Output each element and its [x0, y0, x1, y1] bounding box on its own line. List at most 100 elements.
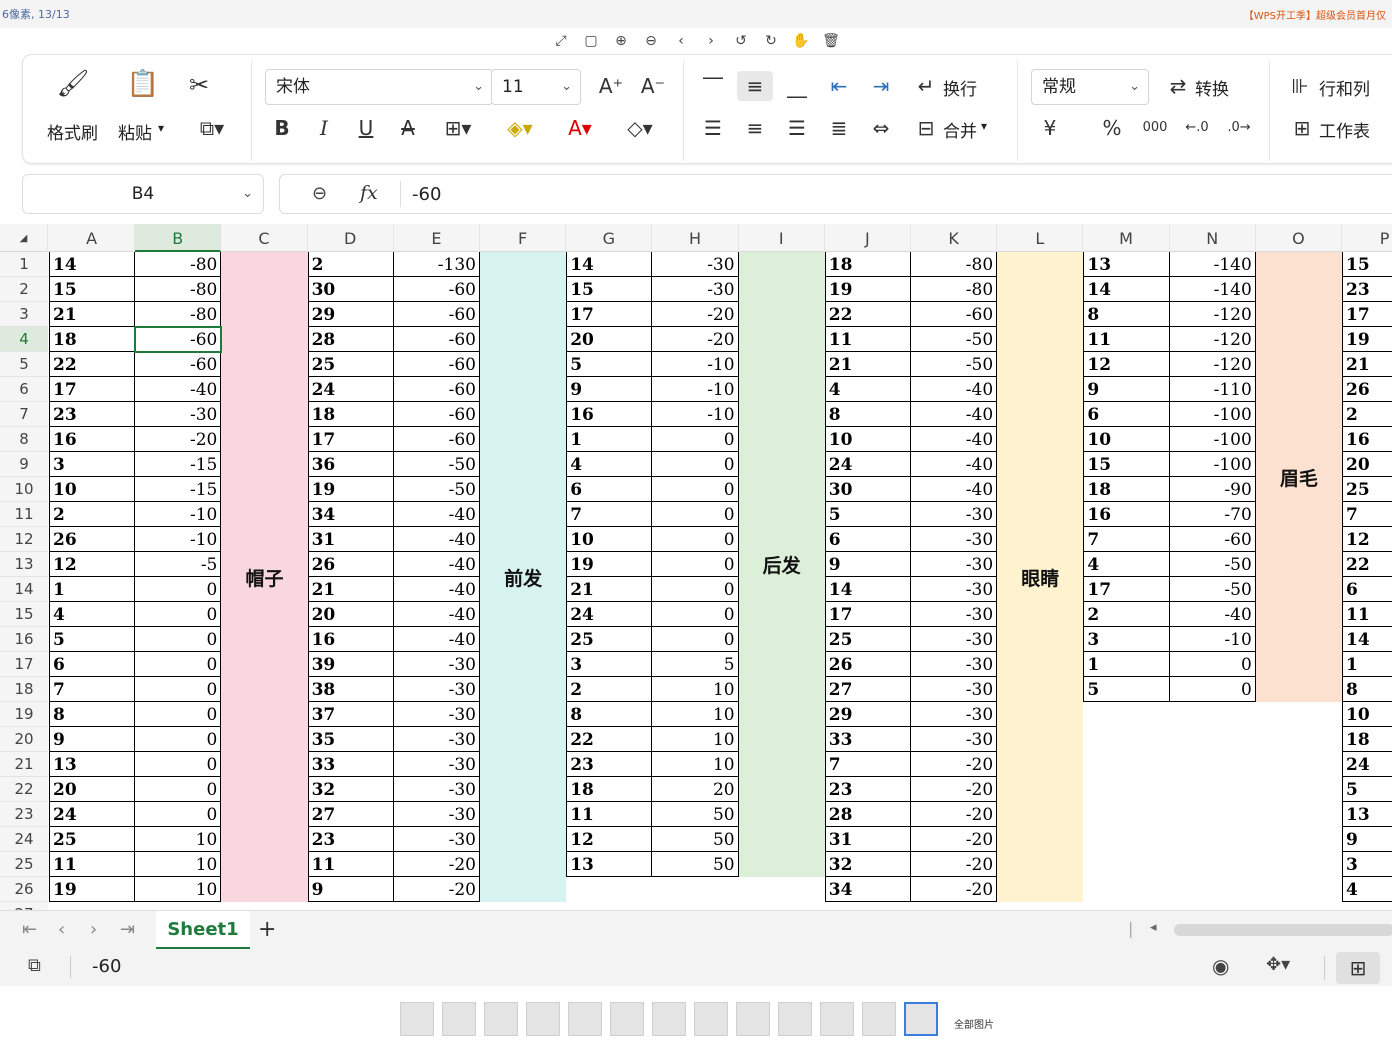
- worksheet-icon[interactable]: ⊞: [1287, 113, 1317, 143]
- prev-sheet-icon[interactable]: ‹: [58, 919, 65, 940]
- scroll-left-icon[interactable]: ◂: [1150, 920, 1157, 935]
- cell[interactable]: 19: [566, 552, 652, 577]
- cell[interactable]: 24: [1342, 752, 1392, 777]
- cell[interactable]: 18: [1083, 477, 1169, 502]
- cell[interactable]: 21: [566, 577, 652, 602]
- thumbnail[interactable]: [862, 1002, 896, 1036]
- convert-label[interactable]: 转换: [1195, 75, 1229, 100]
- cell[interactable]: -10: [652, 377, 738, 402]
- cell[interactable]: -100: [1170, 427, 1256, 452]
- thumbnail[interactable]: [904, 1002, 938, 1036]
- cell[interactable]: -20: [911, 777, 997, 802]
- cell[interactable]: 21: [1342, 352, 1392, 377]
- cell[interactable]: 19: [308, 477, 394, 502]
- category-label[interactable]: 前发: [480, 252, 567, 902]
- cell[interactable]: -120: [1170, 352, 1256, 377]
- cell[interactable]: 11: [1083, 327, 1169, 352]
- decrease-indent-icon[interactable]: ⇤: [823, 71, 855, 101]
- cell[interactable]: -100: [1170, 452, 1256, 477]
- cell[interactable]: 16: [566, 402, 652, 427]
- thumbnail[interactable]: [610, 1002, 644, 1036]
- cell[interactable]: -40: [911, 427, 997, 452]
- cell[interactable]: -140: [1170, 252, 1256, 277]
- cell[interactable]: -60: [394, 377, 480, 402]
- cell[interactable]: -10: [652, 352, 738, 377]
- row-header[interactable]: 23: [0, 802, 48, 827]
- cell[interactable]: -10: [652, 402, 738, 427]
- cell[interactable]: 14: [49, 252, 135, 277]
- cell[interactable]: 0: [652, 502, 738, 527]
- category-label[interactable]: 后发: [738, 252, 825, 877]
- cell[interactable]: 9: [1083, 377, 1169, 402]
- cell[interactable]: -40: [394, 577, 480, 602]
- function-icon[interactable]: fx: [360, 182, 378, 204]
- cell[interactable]: 18: [1342, 727, 1392, 752]
- row-header[interactable]: 1: [0, 252, 48, 277]
- cell[interactable]: 7: [1083, 527, 1169, 552]
- row-header[interactable]: 25: [0, 852, 48, 877]
- cell[interactable]: -15: [135, 477, 221, 502]
- copy-icon[interactable]: ⧉▾: [187, 113, 237, 143]
- row-header[interactable]: 12: [0, 527, 48, 552]
- column-header[interactable]: O: [1256, 224, 1342, 252]
- cell[interactable]: 24: [49, 802, 135, 827]
- chevron-down-icon[interactable]: ▾: [158, 121, 164, 135]
- cell[interactable]: 0: [135, 752, 221, 777]
- cell[interactable]: 8: [49, 702, 135, 727]
- cell[interactable]: 20: [308, 602, 394, 627]
- cell[interactable]: 28: [825, 802, 911, 827]
- cell[interactable]: 5: [1083, 677, 1169, 702]
- cell[interactable]: 9: [566, 377, 652, 402]
- cell[interactable]: 37: [308, 702, 394, 727]
- cell[interactable]: 0: [652, 477, 738, 502]
- thumbnail[interactable]: [778, 1002, 812, 1036]
- cell[interactable]: 18: [49, 327, 135, 352]
- row-header[interactable]: 5: [0, 352, 48, 377]
- cell[interactable]: 7: [1342, 502, 1392, 527]
- column-header[interactable]: N: [1170, 224, 1256, 252]
- cell[interactable]: -40: [1170, 602, 1256, 627]
- column-header[interactable]: B: [135, 224, 222, 252]
- column-header[interactable]: M: [1083, 224, 1170, 252]
- cell[interactable]: 38: [308, 677, 394, 702]
- cell[interactable]: -120: [1170, 327, 1256, 352]
- cell[interactable]: 9: [49, 727, 135, 752]
- cell[interactable]: -30: [911, 577, 997, 602]
- currency-icon[interactable]: ¥: [1035, 113, 1065, 143]
- wrap-label[interactable]: 换行: [943, 75, 977, 100]
- cell[interactable]: 18: [566, 777, 652, 802]
- cut-icon[interactable]: ✂: [179, 71, 219, 99]
- row-header[interactable]: 13: [0, 552, 48, 577]
- cell[interactable]: 6: [1083, 402, 1169, 427]
- strikethrough-icon[interactable]: A: [393, 113, 423, 143]
- thumbnail[interactable]: [400, 1002, 434, 1036]
- cell[interactable]: 0: [652, 427, 738, 452]
- cell[interactable]: -30: [911, 627, 997, 652]
- delete-icon[interactable]: 🗑: [820, 30, 842, 52]
- row-header[interactable]: 9: [0, 452, 48, 477]
- cell[interactable]: -40: [911, 477, 997, 502]
- cell[interactable]: 20: [566, 327, 652, 352]
- cell[interactable]: -50: [394, 452, 480, 477]
- cell[interactable]: 26: [825, 652, 911, 677]
- thumbnail[interactable]: [526, 1002, 560, 1036]
- cell[interactable]: 25: [308, 352, 394, 377]
- cell[interactable]: -40: [394, 602, 480, 627]
- align-left-icon[interactable]: ☰: [697, 113, 729, 143]
- cell[interactable]: 16: [49, 427, 135, 452]
- hand-icon[interactable]: ✋: [790, 30, 812, 52]
- distribute-icon[interactable]: ⇔: [865, 113, 897, 143]
- cell[interactable]: -60: [1170, 527, 1256, 552]
- last-sheet-icon[interactable]: ⇥: [120, 919, 135, 940]
- fullscreen-icon[interactable]: ⤢: [550, 30, 572, 52]
- cell[interactable]: -40: [394, 627, 480, 652]
- cell[interactable]: 50: [652, 852, 738, 877]
- cell[interactable]: -30: [394, 802, 480, 827]
- cell[interactable]: 15: [566, 277, 652, 302]
- formula-input[interactable]: -60: [412, 184, 441, 205]
- cell[interactable]: -80: [135, 252, 221, 277]
- cell[interactable]: -20: [911, 877, 997, 902]
- column-header[interactable]: E: [394, 224, 480, 252]
- cell[interactable]: 18: [825, 252, 911, 277]
- cell[interactable]: 5: [49, 627, 135, 652]
